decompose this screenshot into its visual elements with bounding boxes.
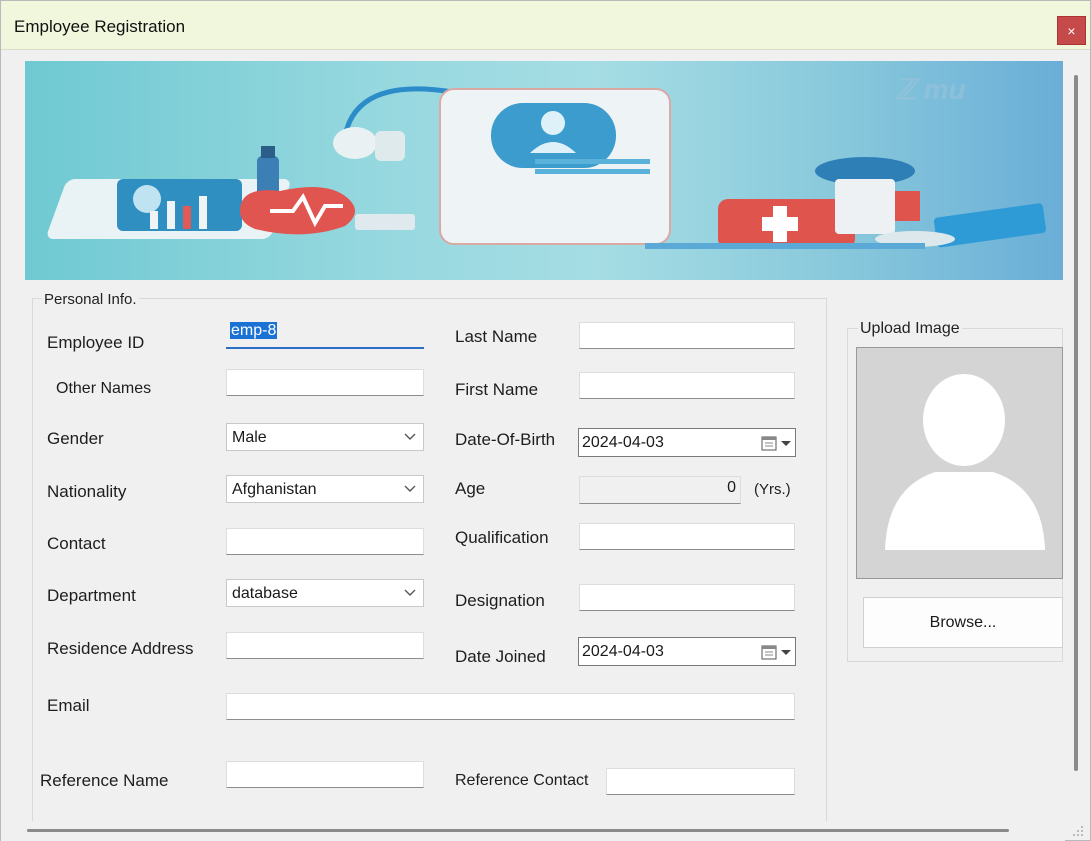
date-joined-picker[interactable]: 2024-04-03 [578,637,796,666]
contact-field[interactable] [226,528,424,555]
window-title: Employee Registration [14,17,186,36]
close-icon: × [1067,23,1076,39]
last-name-label: Last Name [455,327,538,346]
nationality-select[interactable]: Afghanistan [226,475,424,503]
other-names-label: Other Names [56,380,152,397]
chevron-down-icon [403,429,417,446]
other-names-field[interactable] [226,369,424,396]
chevron-down-icon [403,585,417,602]
department-select[interactable]: database [226,579,424,607]
chevron-down-icon [403,481,417,498]
age-unit-label: (Yrs.) [754,481,791,498]
nationality-label: Nationality [47,482,127,501]
nationality-value: Afghanistan [232,481,317,498]
contact-label: Contact [47,534,106,553]
header-banner-image: ℤ mu [25,61,1063,280]
email-field[interactable] [226,693,795,720]
age-label: Age [455,479,486,498]
reference-name-field[interactable] [226,761,424,788]
svg-text:ℤ mu: ℤ mu [895,74,966,105]
first-name-label: First Name [455,380,539,399]
close-button[interactable]: × [1057,16,1086,45]
date-of-birth-picker[interactable]: 2024-04-03 [578,428,796,457]
date-of-birth-label: Date-Of-Birth [455,430,556,449]
personal-info-group-label: Personal Info. [42,291,139,308]
horizontal-scrollbar[interactable] [1,821,1065,841]
designation-label: Designation [455,591,545,610]
title-bar[interactable]: Employee Registration × [1,1,1090,50]
employee-photo[interactable] [856,347,1063,579]
browse-button[interactable]: Browse... [863,597,1063,648]
designation-field[interactable] [579,584,795,611]
department-value: database [232,585,298,602]
vertical-scrollbar[interactable] [1065,61,1087,821]
date-joined-value: 2024-04-03 [582,643,664,660]
date-of-birth-value: 2024-04-03 [582,434,664,451]
medical-illustration: ℤ mu [47,74,1046,249]
last-name-field[interactable] [579,322,795,349]
employee-registration-window: Employee Registration × ℤ mu Personal In… [0,0,1091,841]
date-joined-label: Date Joined [455,647,546,666]
employee-id-label: Employee ID [47,333,145,352]
email-label: Email [47,696,90,715]
department-label: Department [47,586,136,605]
employee-id-value: emp-8 [230,322,278,339]
employee-id-field[interactable]: emp-8 [226,320,424,349]
upload-image-group-label: Upload Image [858,320,962,338]
age-value: 0 [727,479,736,496]
reference-name-label: Reference Name [40,771,169,790]
gender-select[interactable]: Male [226,423,424,451]
reference-contact-label: Reference Contact [455,772,589,789]
gender-value: Male [232,429,267,446]
qualification-label: Qualification [455,528,549,547]
first-name-field[interactable] [579,372,795,399]
vertical-scrollbar-thumb[interactable] [1074,75,1078,771]
person-silhouette-icon [885,374,1045,550]
reference-contact-field[interactable] [606,768,795,795]
residence-address-label: Residence Address [47,639,194,658]
resize-grip-icon[interactable] [1071,824,1085,838]
gender-label: Gender [47,429,104,448]
horizontal-scrollbar-thumb[interactable] [27,829,1009,832]
qualification-field[interactable] [579,523,795,550]
residence-address-field[interactable] [226,632,424,659]
calendar-icon[interactable] [761,435,791,451]
age-field: 0 [579,476,741,504]
calendar-icon[interactable] [761,644,791,660]
